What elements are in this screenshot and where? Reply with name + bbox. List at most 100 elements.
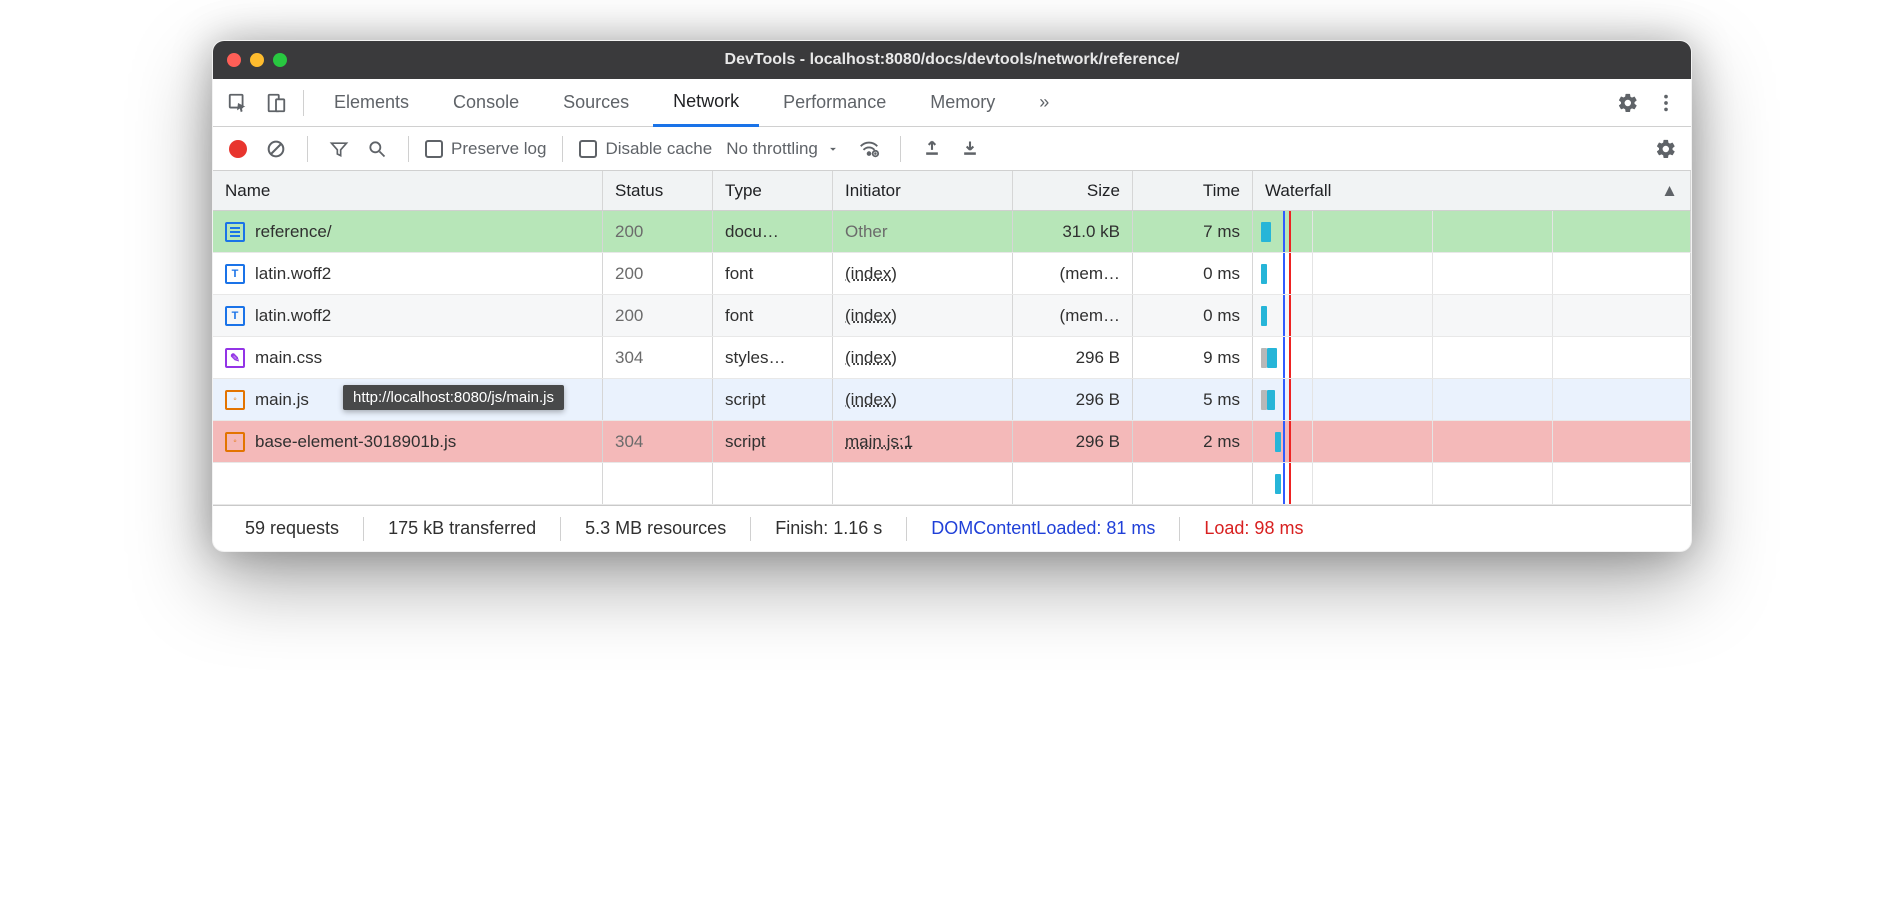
network-conditions-icon[interactable]	[854, 134, 884, 164]
separator	[303, 90, 304, 116]
table-row[interactable]: reference/200docu…Other31.0 kB7 ms	[213, 211, 1691, 253]
cell-time: 0 ms	[1133, 295, 1253, 336]
cell-time: 2 ms	[1133, 421, 1253, 462]
disable-cache-checkbox[interactable]: Disable cache	[579, 139, 712, 159]
cell-initiator: Other	[833, 211, 1013, 252]
cell-size: 31.0 kB	[1013, 211, 1133, 252]
cell-initiator[interactable]: main.js:1	[833, 421, 1013, 462]
cell-time: 0 ms	[1133, 253, 1253, 294]
col-time[interactable]: Time	[1133, 171, 1253, 210]
table-row[interactable]: Tlatin.woff2200font(index)(mem…0 ms	[213, 295, 1691, 337]
table-row-empty	[213, 463, 1691, 505]
cell-size: 296 B	[1013, 421, 1133, 462]
inspect-element-icon[interactable]	[221, 86, 255, 120]
cell-initiator[interactable]: (index)	[833, 253, 1013, 294]
search-icon[interactable]	[362, 134, 392, 164]
network-settings-icon[interactable]	[1651, 134, 1681, 164]
minimize-window-button[interactable]	[250, 53, 264, 67]
doc-file-icon	[225, 222, 245, 242]
cell-name[interactable]: Tlatin.woff2	[213, 295, 603, 336]
col-waterfall[interactable]: Waterfall ▲	[1253, 171, 1691, 210]
waterfall-cell	[1253, 421, 1691, 462]
waterfall-cell	[1253, 463, 1691, 504]
status-transferred: 175 kB transferred	[370, 518, 554, 539]
cell-time: 5 ms	[1133, 379, 1253, 420]
table-body: reference/200docu…Other31.0 kB7 msTlatin…	[213, 211, 1691, 505]
col-status[interactable]: Status	[603, 171, 713, 210]
table-row[interactable]: ◦base-element-3018901b.js304scriptmain.j…	[213, 421, 1691, 463]
table-header: Name Status Type Initiator Size Time Wat…	[213, 171, 1691, 211]
cell-name[interactable]: Tlatin.woff2	[213, 253, 603, 294]
devtools-window: DevTools - localhost:8080/docs/devtools/…	[212, 40, 1692, 552]
tab-performance[interactable]: Performance	[763, 79, 906, 126]
import-har-icon[interactable]	[917, 134, 947, 164]
table-row[interactable]: Tlatin.woff2200font(index)(mem…0 ms	[213, 253, 1691, 295]
close-window-button[interactable]	[227, 53, 241, 67]
throttling-dropdown[interactable]: No throttling	[720, 139, 846, 159]
cell-status: 200	[603, 295, 713, 336]
window-title: DevTools - localhost:8080/docs/devtools/…	[213, 51, 1691, 69]
cell-name[interactable]: ◦base-element-3018901b.js	[213, 421, 603, 462]
cell-size: 296 B	[1013, 379, 1133, 420]
cell-initiator[interactable]: (index)	[833, 379, 1013, 420]
status-finish: Finish: 1.16 s	[757, 518, 900, 539]
device-toolbar-icon[interactable]	[259, 86, 293, 120]
cell-size: 296 B	[1013, 337, 1133, 378]
cell-size: (mem…	[1013, 295, 1133, 336]
table-row[interactable]: ◦main.jshttp://localhost:8080/js/main.js…	[213, 379, 1691, 421]
cell-status: 304	[603, 421, 713, 462]
cell-type: font	[713, 253, 833, 294]
tab-network[interactable]: Network	[653, 80, 759, 127]
cell-name[interactable]: reference/	[213, 211, 603, 252]
clear-button[interactable]	[261, 134, 291, 164]
record-button[interactable]	[223, 134, 253, 164]
cell-type: font	[713, 295, 833, 336]
cell-type: styles…	[713, 337, 833, 378]
status-bar: 59 requests 175 kB transferred 5.3 MB re…	[213, 505, 1691, 551]
cell-initiator[interactable]: (index)	[833, 337, 1013, 378]
tooltip: http://localhost:8080/js/main.js	[343, 385, 564, 410]
waterfall-cell	[1253, 379, 1691, 420]
col-type[interactable]: Type	[713, 171, 833, 210]
waterfall-cell	[1253, 337, 1691, 378]
export-har-icon[interactable]	[955, 134, 985, 164]
network-toolbar: Preserve log Disable cache No throttling	[213, 127, 1691, 171]
col-name[interactable]: Name	[213, 171, 603, 210]
settings-icon[interactable]	[1611, 86, 1645, 120]
kebab-menu-icon[interactable]	[1649, 86, 1683, 120]
cell-initiator[interactable]: (index)	[833, 295, 1013, 336]
cell-type: docu…	[713, 211, 833, 252]
cell-status	[603, 379, 713, 420]
filter-icon[interactable]	[324, 134, 354, 164]
sort-ascending-icon: ▲	[1661, 181, 1678, 201]
col-initiator[interactable]: Initiator	[833, 171, 1013, 210]
status-domcontentloaded: DOMContentLoaded: 81 ms	[913, 518, 1173, 539]
status-load: Load: 98 ms	[1186, 518, 1321, 539]
cell-type: script	[713, 379, 833, 420]
tab-elements[interactable]: Elements	[314, 79, 429, 126]
css-file-icon: ✎	[225, 348, 245, 368]
titlebar: DevTools - localhost:8080/docs/devtools/…	[213, 41, 1691, 79]
col-size[interactable]: Size	[1013, 171, 1133, 210]
panel-tabs: ElementsConsoleSourcesNetworkPerformance…	[213, 79, 1691, 127]
tab-memory[interactable]: Memory	[910, 79, 1015, 126]
maximize-window-button[interactable]	[273, 53, 287, 67]
cell-time: 9 ms	[1133, 337, 1253, 378]
font-file-icon: T	[225, 264, 245, 284]
cell-name[interactable]: ✎main.css	[213, 337, 603, 378]
tab-sources[interactable]: Sources	[543, 79, 649, 126]
js-file-icon: ◦	[225, 432, 245, 452]
preserve-log-checkbox[interactable]: Preserve log	[425, 139, 546, 159]
cell-size: (mem…	[1013, 253, 1133, 294]
waterfall-cell	[1253, 295, 1691, 336]
status-resources: 5.3 MB resources	[567, 518, 744, 539]
font-file-icon: T	[225, 306, 245, 326]
table-row[interactable]: ✎main.css304styles…(index)296 B9 ms	[213, 337, 1691, 379]
cell-type: script	[713, 421, 833, 462]
status-requests: 59 requests	[227, 518, 357, 539]
more-tabs-button[interactable]: »	[1019, 79, 1069, 126]
cell-name[interactable]: ◦main.jshttp://localhost:8080/js/main.js	[213, 379, 603, 420]
network-table: Name Status Type Initiator Size Time Wat…	[213, 171, 1691, 505]
tab-console[interactable]: Console	[433, 79, 539, 126]
js-file-icon: ◦	[225, 390, 245, 410]
